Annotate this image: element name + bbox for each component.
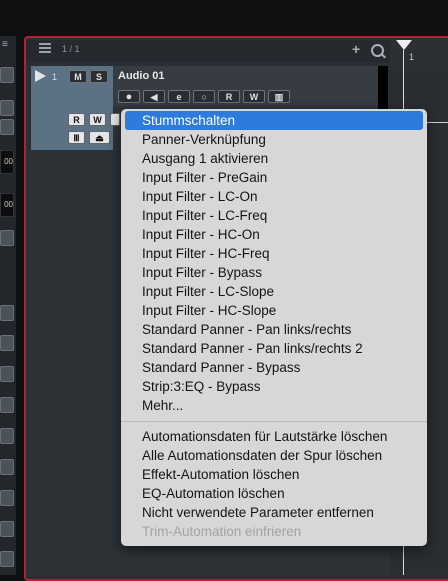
menu-separator [121, 421, 427, 422]
add-track-icon[interactable]: + [352, 41, 360, 57]
inspector-button[interactable] [0, 119, 14, 135]
menu-item-delete-volume-automation[interactable]: Automationsdaten für Lautstärke löschen [121, 427, 427, 446]
menu-item-input-filter-bypass[interactable]: Input Filter - Bypass [121, 263, 427, 282]
inspector-button[interactable] [0, 305, 14, 321]
menu-item-panner-bypass[interactable]: Standard Panner - Bypass [121, 358, 427, 377]
automation-context-menu: Stummschalten Panner-Verknüpfung Ausgang… [121, 109, 427, 546]
menu-item-input-filter-lc-on[interactable]: Input Filter - LC-On [121, 187, 427, 206]
monitor-icon[interactable]: ◀ [143, 90, 165, 103]
menu-item-mute[interactable]: Stummschalten [125, 111, 423, 130]
inspector-value-field[interactable]: 00 [0, 193, 14, 217]
inspector-button[interactable] [0, 428, 14, 444]
edit-icon[interactable]: e [168, 90, 190, 103]
menu-item-panner-pan[interactable]: Standard Panner - Pan links/rechts [121, 320, 427, 339]
menu-item-input-filter-hc-freq[interactable]: Input Filter - HC-Freq [121, 244, 427, 263]
inspector-button[interactable] [0, 67, 14, 83]
solo-button[interactable]: S [90, 70, 108, 83]
menu-item-panner-pan-2[interactable]: Standard Panner - Pan links/rechts 2 [121, 339, 427, 358]
list-icon[interactable] [39, 43, 51, 55]
inspector-button[interactable] [0, 459, 14, 475]
menu-item-panner-link[interactable]: Panner-Verknüpfung [121, 130, 427, 149]
inspector-button[interactable] [0, 490, 14, 506]
inspector-button[interactable] [0, 397, 14, 413]
automation-lock-icon[interactable]: ⏏ [89, 131, 110, 144]
track-number: 1 [52, 72, 58, 82]
menu-item-output-activate[interactable]: Ausgang 1 aktivieren [121, 149, 427, 168]
lanes-icon[interactable]: ▥ [268, 90, 290, 103]
track-name[interactable]: Audio 01 [118, 70, 164, 82]
time-base-icon[interactable]: ○ [193, 90, 215, 103]
track-list-toolbar: 1 / 1 + [26, 40, 391, 62]
record-enable-icon[interactable]: ● [118, 90, 140, 103]
menu-lines-icon[interactable]: ≡ [2, 40, 14, 50]
inspector-value-field[interactable]: 00 [0, 150, 14, 174]
left-locator-icon[interactable] [396, 40, 412, 50]
menu-item-input-filter-lc-freq[interactable]: Input Filter - LC-Freq [121, 206, 427, 225]
automation-read-button[interactable]: R [68, 113, 85, 126]
inspector-button[interactable] [0, 335, 14, 351]
automation-write-button[interactable]: W [89, 113, 106, 126]
inspector-knob-icon[interactable] [0, 230, 14, 246]
menu-item-input-filter-lc-slope[interactable]: Input Filter - LC-Slope [121, 282, 427, 301]
ruler-bar-number: 1 [409, 52, 415, 62]
menu-item-delete-eq-automation[interactable]: EQ-Automation löschen [121, 484, 427, 503]
inspector-button[interactable] [0, 366, 14, 382]
inspector-button[interactable] [0, 100, 14, 116]
menu-item-remove-unused-parameters[interactable]: Nicht verwendete Parameter entfernen [121, 503, 427, 522]
menu-item-freeze-trim-automation: Trim-Automation einfrieren [142, 524, 302, 539]
menu-item-input-filter-pregain[interactable]: Input Filter - PreGain [121, 168, 427, 187]
track-count: 1 / 1 [62, 44, 80, 54]
automation-parameter-button[interactable] [110, 113, 120, 126]
track-read-button[interactable]: R [218, 90, 240, 103]
track-expand-icon[interactable] [35, 70, 46, 82]
automation-lanes-icon[interactable]: Ⅲ [68, 131, 85, 144]
inspector-button[interactable] [0, 521, 14, 537]
mute-button[interactable]: M [69, 70, 87, 83]
inspector-button[interactable] [0, 551, 14, 567]
menu-item-input-filter-hc-on[interactable]: Input Filter - HC-On [121, 225, 427, 244]
menu-item-input-filter-hc-slope[interactable]: Input Filter - HC-Slope [121, 301, 427, 320]
menu-item-delete-effect-automation[interactable]: Effekt-Automation löschen [121, 465, 427, 484]
track-write-button[interactable]: W [243, 90, 265, 103]
menu-item-more[interactable]: Mehr... [121, 396, 427, 415]
menu-item-strip-eq-bypass[interactable]: Strip:3:EQ - Bypass [121, 377, 427, 396]
menu-item-delete-all-automation[interactable]: Alle Automationsdaten der Spur löschen [121, 446, 427, 465]
search-icon[interactable] [371, 44, 384, 57]
